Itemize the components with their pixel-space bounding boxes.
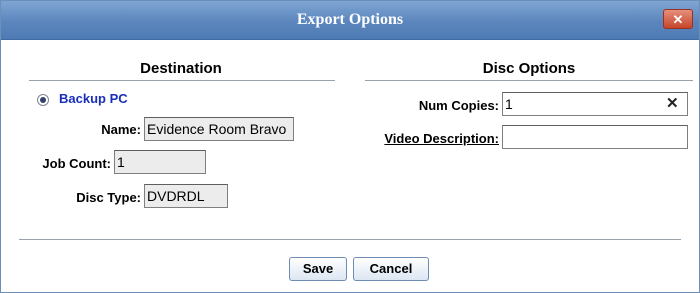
destination-divider: [29, 80, 335, 81]
destination-heading: Destination: [140, 60, 222, 77]
num-copies-label: Num Copies:: [418, 98, 499, 113]
export-options-dialog: Export Options ✕ Destination Backup PC N…: [0, 0, 700, 293]
backup-pc-radio-label[interactable]: Backup PC: [59, 91, 128, 106]
disc-type-label: Disc Type:: [76, 190, 141, 205]
save-button[interactable]: Save: [289, 257, 347, 281]
title-bar: Export Options ✕: [1, 1, 699, 40]
disc-options-divider: [365, 80, 693, 81]
backup-pc-radio[interactable]: [37, 94, 49, 106]
disc-options-heading: Disc Options: [482, 60, 576, 77]
close-icon[interactable]: ✕: [663, 9, 693, 29]
disc-type-field: DVDRDL: [144, 184, 228, 208]
video-description-input[interactable]: [502, 125, 688, 149]
name-label: Name:: [101, 122, 141, 137]
name-field: Evidence Room Bravo: [144, 117, 294, 141]
footer-divider: [19, 239, 681, 240]
video-description-label[interactable]: Video Description:: [361, 131, 499, 146]
cancel-button[interactable]: Cancel: [353, 257, 429, 281]
num-copies-input[interactable]: 1: [502, 92, 688, 116]
dialog-title: Export Options: [296, 11, 404, 28]
job-count-field: 1: [114, 150, 206, 174]
job-count-label: Job Count:: [42, 156, 111, 171]
clear-icon[interactable]: ✕: [666, 93, 679, 115]
